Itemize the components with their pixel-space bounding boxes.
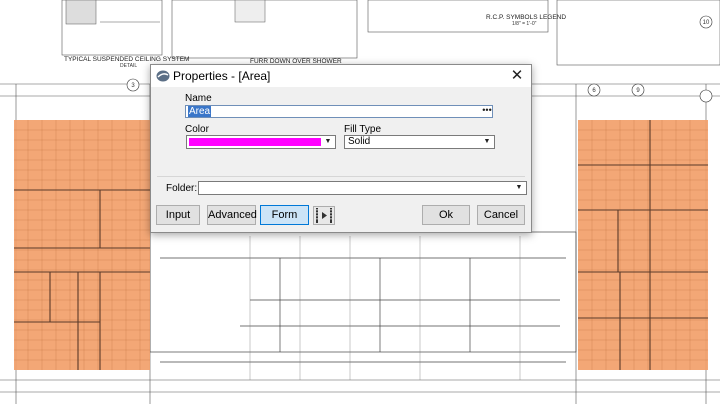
folder-label: Folder: [166,183,198,194]
fill-type-value: Solid [348,136,371,147]
name-more-button[interactable]: ••• [481,105,493,118]
advanced-button[interactable]: Advanced [207,205,257,225]
properties-dialog: Properties - [Area] ✕ Name Area ••• Colo… [150,64,532,233]
close-icon: ✕ [510,67,524,84]
filmstrip-button[interactable] [313,206,335,225]
name-value: Area [188,106,212,117]
color-dropdown[interactable]: ▼ [186,135,336,149]
form-button[interactable]: Form [260,205,309,225]
chevron-down-icon: ▼ [483,138,491,145]
name-label: Name [185,93,212,104]
note-legend: R.C.P. SYMBOLS LEGEND [486,14,567,21]
chevron-down-icon: ▼ [324,138,332,145]
fill-type-label: Fill Type [344,124,382,135]
note-ceiling-detail-sub: DETAIL [120,63,138,69]
folder-dropdown[interactable]: ▼ [198,181,527,195]
filmstrip-icon [316,208,332,223]
note-legend-scale: 1/8" = 1'-0" [512,21,537,27]
area-region-right[interactable] [578,120,708,370]
input-button[interactable]: Input [156,205,200,225]
ok-button[interactable]: Ok [422,205,470,225]
separator [157,176,525,177]
color-swatch [189,138,321,146]
name-input[interactable]: Area [185,105,493,118]
color-label: Color [185,124,209,135]
cancel-button[interactable]: Cancel [477,205,525,225]
fill-type-dropdown[interactable]: Solid ▼ [344,135,495,149]
dialog-title: Properties - [Area] [173,69,271,83]
dialog-titlebar[interactable]: Properties - [Area] ✕ [151,65,531,87]
close-button[interactable]: ✕ [507,66,527,86]
area-region-left[interactable] [14,120,150,370]
app-logo-icon [156,70,170,82]
grid-marker-10: 10 [703,20,710,26]
note-ceiling-detail: TYPICAL SUSPENDED CEILING SYSTEM [64,56,190,63]
chevron-down-icon: ▼ [515,184,523,191]
